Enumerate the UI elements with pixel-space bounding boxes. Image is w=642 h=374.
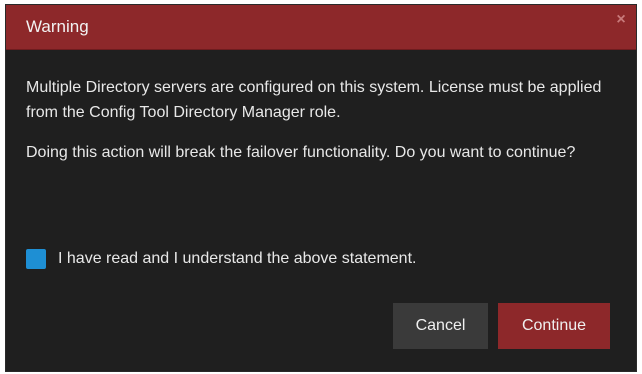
warning-dialog: Warning × Multiple Directory servers are… [6,5,636,371]
close-icon[interactable]: × [614,12,628,28]
cancel-button[interactable]: Cancel [393,303,488,349]
acknowledge-label[interactable]: I have read and I understand the above s… [58,248,416,270]
dialog-body: Multiple Directory servers are configure… [26,75,616,180]
acknowledge-row: I have read and I understand the above s… [26,248,416,270]
acknowledge-checkbox[interactable] [26,249,46,269]
warning-message-failover: Doing this action will break the failove… [26,144,576,161]
warning-message-license: Multiple Directory servers are configure… [26,79,602,121]
dialog-title-bar: Warning × [6,5,636,50]
dialog-title: Warning [26,17,89,36]
continue-button[interactable]: Continue [498,303,610,349]
